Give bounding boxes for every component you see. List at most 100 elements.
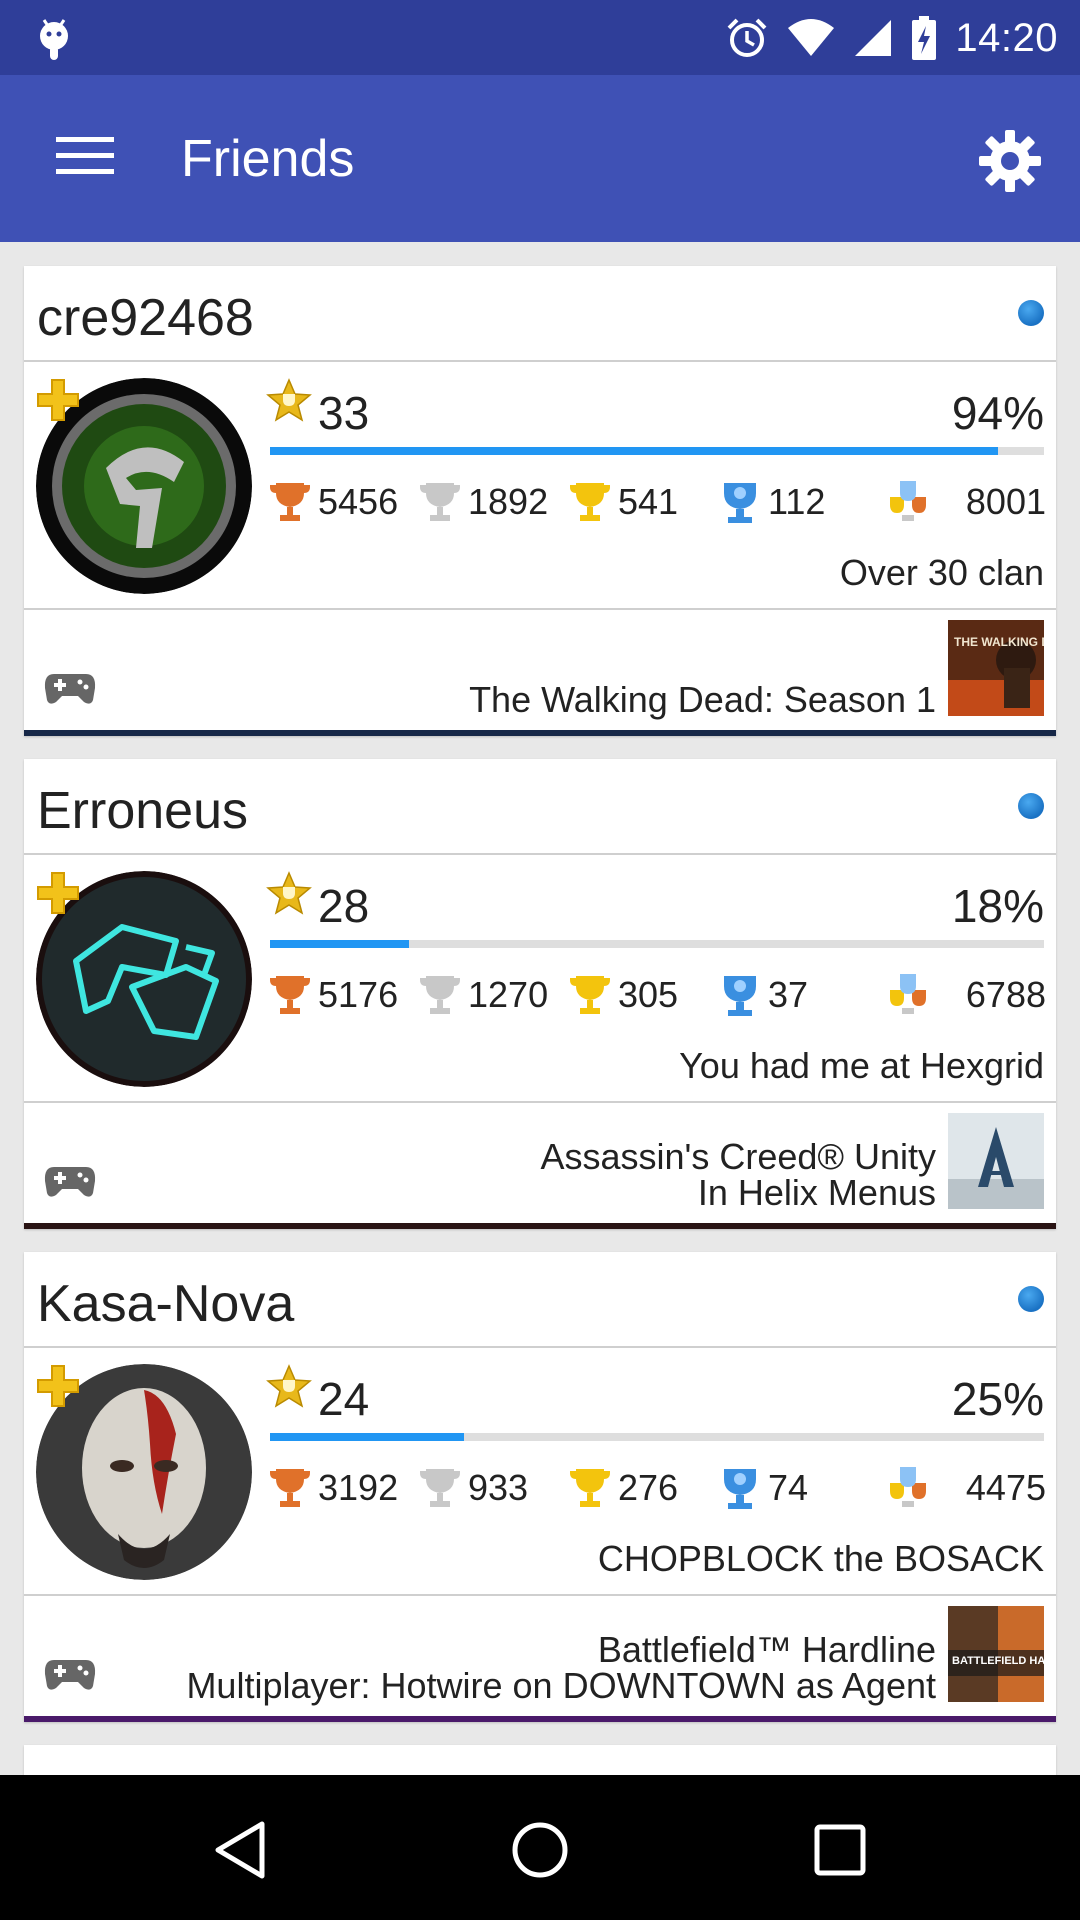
gold-count: 305 (618, 974, 679, 1015)
silver-trophy-icon (420, 976, 460, 1014)
friends-list[interactable]: cre92468 33 94% 5456 1892 541 112 8001 O… (0, 242, 1080, 1775)
cell-signal-icon (855, 20, 892, 56)
recents-button[interactable] (805, 1815, 875, 1885)
gold-trophies: 305 (568, 969, 678, 1021)
level-progress-bar (270, 940, 1044, 948)
card-header: cre92468 (24, 266, 1056, 362)
silver-count: 1892 (468, 481, 549, 522)
recents-square-icon (814, 1824, 866, 1876)
navigation-bar (0, 1775, 1080, 1920)
level-progress-fill (270, 940, 410, 948)
friend-card[interactable]: Erroneus 28 18% 5176 1270 305 37 6788 Yo… (24, 759, 1056, 1229)
level-progress-percent: 25% (951, 1373, 1044, 1425)
silver-trophy-icon (420, 483, 460, 521)
now-playing: The Walking Dead: Season 1 (469, 682, 936, 718)
online-status-dot (1018, 1286, 1044, 1312)
silver-trophies: 1892 (418, 476, 548, 528)
gold-count: 276 (618, 1467, 679, 1508)
all-trophies-icon (890, 481, 926, 521)
gold-count: 541 (618, 481, 679, 522)
wifi-icon (788, 19, 835, 56)
trophy-counts: 3192 933 276 74 4475 (268, 1462, 1046, 1514)
back-triangle-icon (215, 1821, 265, 1879)
assassins-creed-cover (948, 1113, 1044, 1209)
username: Kasa-Nova (37, 1275, 295, 1333)
total-trophies: 6788 (965, 974, 1046, 1015)
now-playing-title: The Walking Dead: Season 1 (469, 679, 936, 720)
platinum-trophies: 74 (718, 1462, 808, 1514)
platinum-count: 74 (768, 1467, 809, 1508)
bronze-trophy-icon (270, 976, 310, 1014)
divider (24, 1594, 1056, 1596)
all-trophies-icon-wrap (886, 1462, 930, 1514)
friend-card[interactable]: cre92468 33 94% 5456 1892 541 112 8001 O… (24, 266, 1056, 736)
all-trophies-icon-wrap (886, 969, 930, 1021)
trophy-counts: 5176 1270 305 37 6788 (268, 969, 1046, 1021)
settings-button[interactable] (966, 117, 1054, 205)
level-star-icon (266, 871, 312, 915)
username: Erroneus (37, 782, 248, 840)
silver-trophies: 1270 (418, 969, 548, 1021)
walking-dead-cover: THE WALKING DEAD (948, 620, 1044, 716)
platinum-trophies: 37 (718, 969, 808, 1021)
silver-trophy-icon (420, 1469, 460, 1507)
trophy-counts: 5456 1892 541 112 8001 (268, 476, 1046, 528)
bronze-trophies: 3192 (268, 1462, 398, 1514)
now-playing-detail: In Helix Menus (697, 1172, 936, 1213)
bronze-trophy-icon (270, 483, 310, 521)
cover-text: THE WALKING DEAD (954, 635, 1044, 649)
gold-trophy-icon (570, 976, 610, 1014)
menu-button[interactable] (40, 121, 130, 191)
gold-trophies: 276 (568, 1462, 678, 1514)
ps-plus-icon (37, 1365, 79, 1407)
about-me: You had me at Hexgrid (679, 1045, 1044, 1086)
friend-card[interactable]: Kasa-Nova 24 25% 3192 933 276 74 4475 CH… (24, 1252, 1056, 1722)
game-thumbnail[interactable] (948, 1113, 1044, 1209)
silver-count: 933 (468, 1467, 529, 1508)
about-me: Over 30 clan (839, 552, 1044, 593)
gamepad-icon (44, 1660, 96, 1690)
total-trophies: 4475 (965, 1467, 1046, 1508)
level-star-icon (266, 378, 312, 422)
now-playing: Assassin's Creed® Unity In Helix Menus (540, 1139, 936, 1211)
now-playing-title: Assassin's Creed® Unity (540, 1136, 936, 1177)
bronze-count: 3192 (318, 1467, 399, 1508)
level-progress-percent: 18% (951, 880, 1044, 932)
level-value: 24 (318, 1373, 370, 1425)
android-debug-icon (40, 19, 68, 60)
divider (24, 1101, 1056, 1103)
platinum-count: 37 (768, 974, 809, 1015)
platinum-count: 112 (768, 481, 826, 522)
now-playing: Battlefield™ Hardline Multiplayer: Hotwi… (186, 1632, 936, 1704)
home-button[interactable] (505, 1815, 575, 1885)
gold-trophy-icon (570, 1469, 610, 1507)
battlefield-cover: BATTLEFIELD HARDLINE (948, 1606, 1044, 1702)
level-progress-bar (270, 1433, 1044, 1441)
clock: 14:20 (955, 15, 1058, 60)
level-value: 28 (318, 880, 370, 932)
game-thumbnail[interactable]: BATTLEFIELD HARDLINE (948, 1606, 1044, 1702)
app-bar: Friends (0, 75, 1080, 242)
level-progress-fill (270, 447, 998, 455)
home-circle-icon (512, 1822, 568, 1878)
level-star-icon (266, 1364, 312, 1408)
platinum-trophy-icon (724, 1469, 756, 1509)
silver-trophies: 933 (418, 1462, 528, 1514)
silver-count: 1270 (468, 974, 549, 1015)
back-button[interactable] (205, 1815, 275, 1885)
bronze-trophies: 5456 (268, 476, 398, 528)
online-status-dot (1018, 793, 1044, 819)
ps-plus-icon (37, 379, 79, 421)
card-accent-bar (24, 1716, 1056, 1722)
page-title: Friends (181, 130, 355, 188)
card-accent-bar (24, 1223, 1056, 1229)
friend-card[interactable] (24, 1745, 1056, 1775)
platinum-trophy-icon (724, 976, 756, 1016)
battery-charging-icon (912, 16, 937, 60)
level-progress-bar (270, 447, 1044, 455)
online-status-dot (1018, 300, 1044, 326)
divider (24, 608, 1056, 610)
platinum-trophies: 112 (718, 476, 825, 528)
game-thumbnail[interactable]: THE WALKING DEAD (948, 620, 1044, 716)
gold-trophies: 541 (568, 476, 678, 528)
